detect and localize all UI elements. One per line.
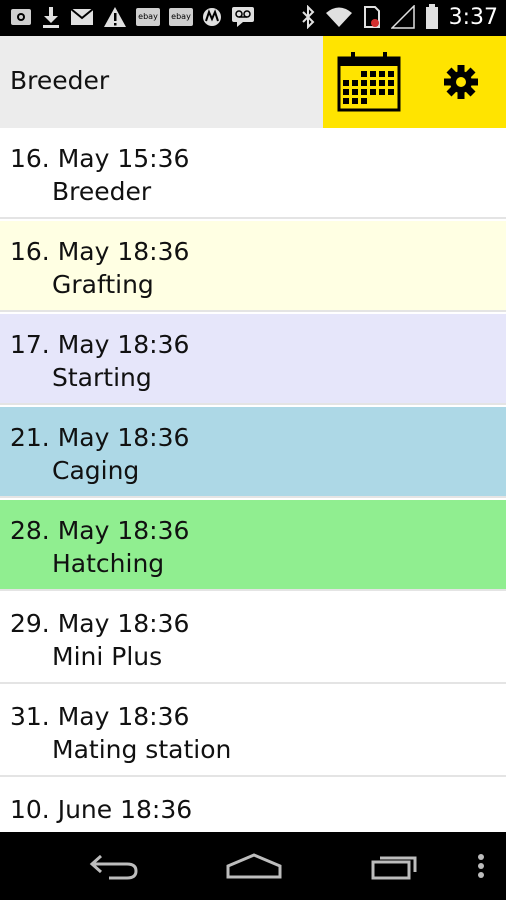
overflow-menu-button[interactable]: [466, 846, 496, 886]
list-item-date: 31. May 18:36: [10, 702, 190, 731]
list-item[interactable]: 10. June 18:36: [0, 779, 506, 832]
settings-button[interactable]: [415, 36, 506, 128]
app-bar-actions: [323, 36, 506, 128]
signal-icon: [390, 5, 415, 29]
wifi-icon: [325, 7, 352, 27]
battery-icon: [425, 4, 438, 29]
recent-apps-button[interactable]: [360, 846, 432, 886]
bluetooth-icon: [301, 5, 315, 29]
home-icon: [226, 853, 282, 879]
warning-icon: [104, 7, 126, 27]
calendar-icon: [337, 52, 401, 112]
list-item-date: 29. May 18:36: [10, 609, 190, 638]
motorola-icon: [203, 8, 221, 26]
list-item-label: Grafting: [52, 270, 154, 299]
mail-icon: [70, 8, 94, 25]
calendar-button[interactable]: [323, 36, 415, 128]
recent-apps-icon: [371, 856, 417, 880]
system-icons: 3:37: [301, 4, 498, 30]
clock: 3:37: [448, 4, 498, 30]
app-bar: Breeder: [0, 36, 506, 128]
sim-icon: [363, 6, 380, 28]
navigation-bar: [0, 832, 506, 900]
overflow-menu-icon: [478, 854, 484, 878]
list-item-date: 17. May 18:36: [10, 330, 190, 359]
list-item[interactable]: 31. May 18:36 Mating station: [0, 686, 506, 777]
status-bar: ebay ebay 3:37: [0, 0, 506, 36]
list-item[interactable]: 17. May 18:36 Starting: [0, 314, 506, 405]
back-button[interactable]: [78, 846, 150, 886]
list-item-label: Caging: [52, 456, 140, 485]
page-title: Breeder: [10, 66, 110, 95]
list-item-label: Mating station: [52, 735, 232, 764]
list-item-label: Starting: [52, 363, 152, 392]
list-item-label: Breeder: [52, 177, 152, 206]
ebay-icon: ebay: [136, 8, 160, 26]
list-item-label: Mini Plus: [52, 642, 163, 671]
voicemail-icon: [232, 7, 254, 27]
list-item-date: 10. June 18:36: [10, 795, 193, 824]
list-item-date: 21. May 18:36: [10, 423, 190, 452]
list-item[interactable]: 29. May 18:36 Mini Plus: [0, 593, 506, 684]
list-item[interactable]: 21. May 18:36 Caging: [0, 407, 506, 498]
gear-icon: [443, 65, 478, 99]
list-item[interactable]: 16. May 15:36 Breeder: [0, 128, 506, 219]
list-item[interactable]: 16. May 18:36 Grafting: [0, 221, 506, 312]
ebay-icon: ebay: [169, 8, 193, 26]
gallery-notification-icon: [11, 9, 31, 25]
list-item[interactable]: 28. May 18:36 Hatching: [0, 500, 506, 591]
home-button[interactable]: [218, 846, 290, 886]
download-icon: [43, 7, 59, 28]
event-list: 16. May 15:36 Breeder 16. May 18:36 Graf…: [0, 128, 506, 832]
back-icon: [89, 854, 138, 880]
list-item-date: 16. May 18:36: [10, 237, 190, 266]
list-item-date: 28. May 18:36: [10, 516, 190, 545]
list-item-label: Hatching: [52, 549, 165, 578]
list-item-date: 16. May 15:36: [10, 144, 190, 173]
notification-icons: ebay ebay: [10, 6, 255, 28]
